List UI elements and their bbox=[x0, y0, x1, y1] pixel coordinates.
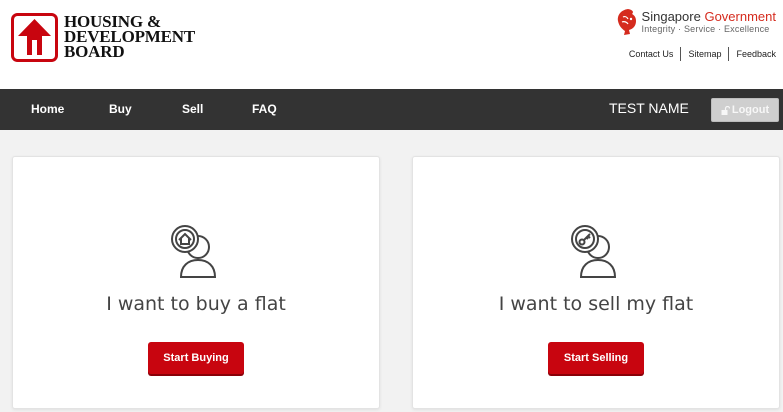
sitemap-link[interactable]: Sitemap bbox=[680, 47, 728, 61]
hdb-logo-text: HOUSING & DEVELOPMENT BOARD bbox=[64, 13, 195, 61]
lion-head-icon[interactable] bbox=[616, 8, 638, 36]
sell-card-title: I want to sell my flat bbox=[498, 293, 694, 315]
hdb-logo[interactable]: HOUSING & DEVELOPMENT BOARD bbox=[11, 13, 195, 62]
site-header: HOUSING & DEVELOPMENT BOARD Singapore Go… bbox=[0, 0, 783, 89]
main-nav-bar: Home Buy Sell FAQ TEST NAME bbox=[0, 89, 783, 130]
user-name: TEST NAME bbox=[609, 100, 689, 116]
house-user-icon bbox=[171, 225, 217, 278]
utility-links: Contact Us Sitemap Feedback bbox=[616, 47, 776, 61]
singapore-government-branding: Singapore Government Integrity · Service… bbox=[616, 8, 776, 61]
government-tagline: Integrity · Service · Excellence bbox=[641, 23, 770, 34]
contact-us-link[interactable]: Contact Us bbox=[622, 47, 681, 61]
gov-name-part2: Government bbox=[704, 8, 776, 24]
nav-sell[interactable]: Sell bbox=[182, 102, 203, 116]
buy-card-title: I want to buy a flat bbox=[106, 293, 286, 315]
government-name: Singapore Government bbox=[641, 8, 776, 24]
gov-name-part1: Singapore bbox=[641, 8, 701, 24]
key-user-icon bbox=[571, 225, 617, 278]
nav-home[interactable]: Home bbox=[31, 102, 64, 116]
start-selling-button[interactable]: Start Selling bbox=[548, 342, 644, 374]
logout-label: Logout bbox=[731, 104, 770, 116]
logo-line: BOARD bbox=[64, 42, 125, 61]
logout-button[interactable]: Logout bbox=[711, 98, 779, 122]
buy-card: I want to buy a flat Start Buying bbox=[12, 156, 380, 409]
unlock-icon bbox=[721, 105, 730, 115]
sell-card: I want to sell my flat Start Selling bbox=[412, 156, 780, 409]
nav-faq[interactable]: FAQ bbox=[252, 102, 277, 116]
hdb-house-arrow-icon bbox=[11, 13, 58, 62]
nav-buy[interactable]: Buy bbox=[109, 102, 132, 116]
feedback-link[interactable]: Feedback bbox=[728, 47, 776, 61]
start-buying-button[interactable]: Start Buying bbox=[148, 342, 244, 374]
